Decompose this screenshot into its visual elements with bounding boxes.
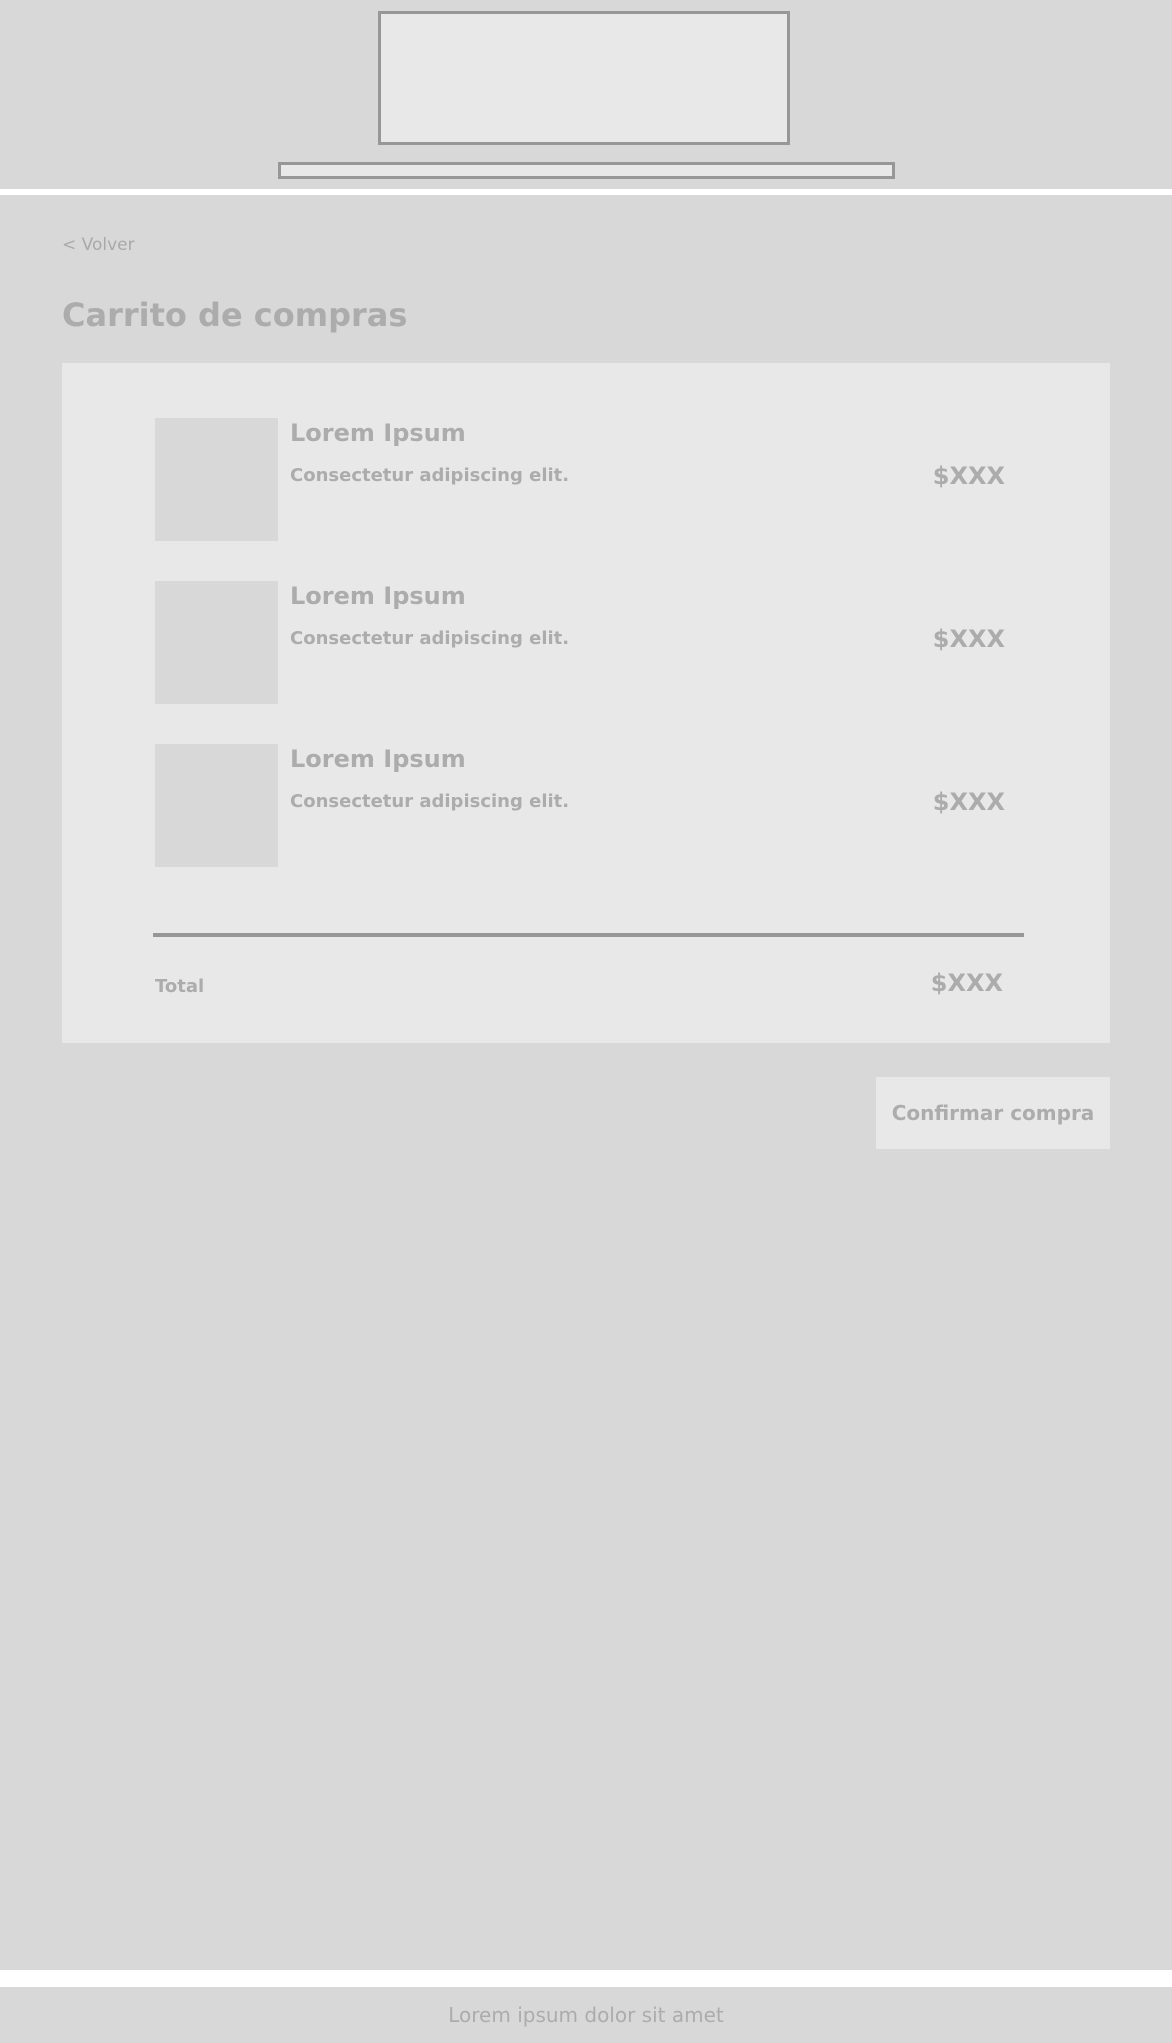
header-separator <box>0 189 1172 195</box>
page-title: Carrito de compras <box>62 296 408 334</box>
product-name: Lorem Ipsum <box>290 582 466 610</box>
product-description: Consectetur adipiscing elit. <box>290 628 570 649</box>
product-description: Consectetur adipiscing elit. <box>290 791 570 812</box>
cart-panel: Lorem Ipsum Consectetur adipiscing elit.… <box>62 363 1110 1043</box>
footer-separator <box>0 1970 1172 1987</box>
cart-item[interactable]: Lorem Ipsum Consectetur adipiscing elit.… <box>155 744 1025 867</box>
page-footer: Lorem ipsum dolor sit amet <box>0 1987 1172 2043</box>
product-image-placeholder <box>155 744 278 867</box>
cart-item[interactable]: Lorem Ipsum Consectetur adipiscing elit.… <box>155 581 1025 704</box>
back-link[interactable]: < Volver <box>62 235 135 255</box>
footer-text: Lorem ipsum dolor sit amet <box>448 2003 724 2027</box>
product-price: $XXX <box>932 625 1005 653</box>
product-description: Consectetur adipiscing elit. <box>290 465 570 486</box>
confirm-purchase-button[interactable]: Confirmar compra <box>876 1077 1110 1149</box>
total-divider <box>153 933 1024 937</box>
total-value: $XXX <box>930 969 1003 997</box>
logo-placeholder[interactable] <box>378 11 790 145</box>
total-label: Total <box>155 976 205 997</box>
product-price: $XXX <box>932 462 1005 490</box>
page-header <box>0 0 1172 189</box>
product-name: Lorem Ipsum <box>290 745 466 773</box>
product-image-placeholder <box>155 418 278 541</box>
cart-item[interactable]: Lorem Ipsum Consectetur adipiscing elit.… <box>155 418 1025 541</box>
product-name: Lorem Ipsum <box>290 419 466 447</box>
product-image-placeholder <box>155 581 278 704</box>
product-price: $XXX <box>932 788 1005 816</box>
navigation-bar[interactable] <box>278 162 895 179</box>
